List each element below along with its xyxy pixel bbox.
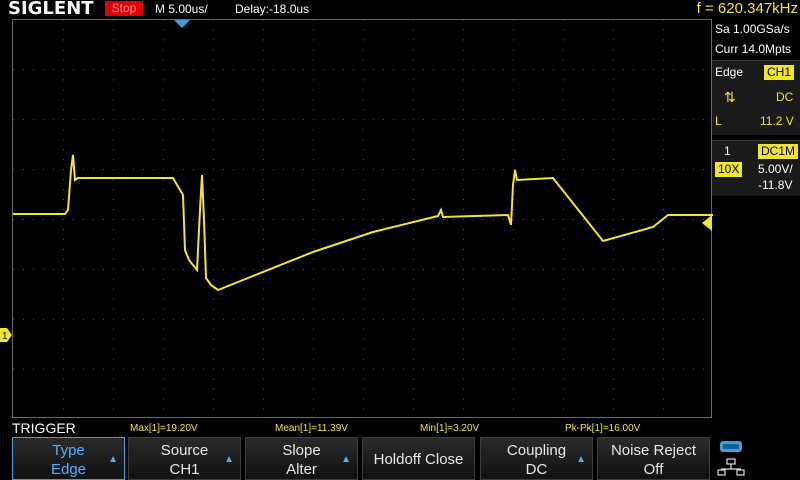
measure-max: Max[1]=19.20V (130, 423, 198, 434)
trigger-level-value: 11.2 V (760, 114, 794, 128)
vertical-scale: 5.00V/ (758, 162, 793, 176)
trigger-source: CH1 (764, 65, 795, 80)
ch1-ground-label: 1 (2, 331, 8, 342)
trigger-info-panel[interactable]: Edge CH1 ⇅ DC L 11.2 V (712, 60, 800, 135)
up-arrow-icon: ▲ (341, 454, 351, 465)
delay-readout: Delay:-18.0us (235, 2, 310, 16)
softkey-type[interactable]: Type Edge ▲ (12, 437, 125, 480)
ch1-ground-marker-icon[interactable]: 1 (0, 328, 12, 342)
softkey-menu: Type Edge ▲ Source CH1 ▲ Slope Alter ▲ H… (0, 437, 800, 480)
brand-logo: SIGLENT (8, 0, 94, 19)
channel-number: 1 (724, 144, 731, 158)
graticule (13, 20, 713, 410)
softkey-value: Off (643, 461, 664, 478)
run-state-badge[interactable]: Stop (105, 1, 143, 16)
measure-mean: Mean[1]=11.39V (275, 423, 348, 434)
timebase-readout: M 5.00us/ (155, 2, 208, 16)
softkey-holdoff[interactable]: Holdoff Close (362, 437, 475, 480)
softkey-slope[interactable]: Slope Alter ▲ (245, 437, 358, 480)
trigger-type: Edge (715, 65, 744, 79)
up-arrow-icon: ▲ (108, 454, 118, 465)
waveform-display[interactable] (12, 19, 713, 418)
softkey-label: Noise Reject (610, 442, 697, 459)
softkey-source[interactable]: Source CH1 ▲ (128, 437, 241, 480)
memory-depth: Curr 14.0Mpts (715, 42, 792, 56)
trigger-level-marker-icon[interactable] (702, 215, 712, 231)
up-arrow-icon: ▲ (224, 454, 234, 465)
measure-min: Min[1]=3.20V (420, 423, 480, 434)
frequency-readout: f = 620.347kHz (696, 0, 798, 17)
menu-title: TRIGGER (12, 420, 76, 436)
up-arrow-icon: ▲ (576, 454, 586, 465)
grid-dots (13, 20, 704, 410)
trigger-coupling: DC (776, 90, 794, 104)
measurement-bar: TRIGGER Max[1]=19.20V Mean[1]=11.39V Min… (0, 419, 712, 436)
top-status-bar: SIGLENT Stop M 5.00us/ Delay:-18.0us f =… (0, 0, 800, 19)
measure-pkpk: Pk-Pk[1]=16.00V (565, 423, 641, 434)
vertical-offset: -11.8V (758, 178, 793, 192)
channel1-info-panel[interactable]: 1 DC1M 10X 5.00V/ -11.8V (712, 140, 800, 196)
network-usb-status-icon (717, 441, 745, 476)
channel-coupling: DC1M (758, 144, 799, 159)
trigger-level-label: L (715, 114, 722, 128)
softkey-noise-reject[interactable]: Noise Reject Off (597, 437, 710, 480)
slope-icon: ⇅ (724, 89, 736, 105)
softkey-coupling[interactable]: Coupling DC ▲ (480, 437, 593, 480)
sample-rate: Sa 1.00GSa/s (715, 22, 790, 36)
softkey-label: Holdoff Close (373, 451, 464, 468)
probe-attenuation: 10X (715, 162, 743, 177)
